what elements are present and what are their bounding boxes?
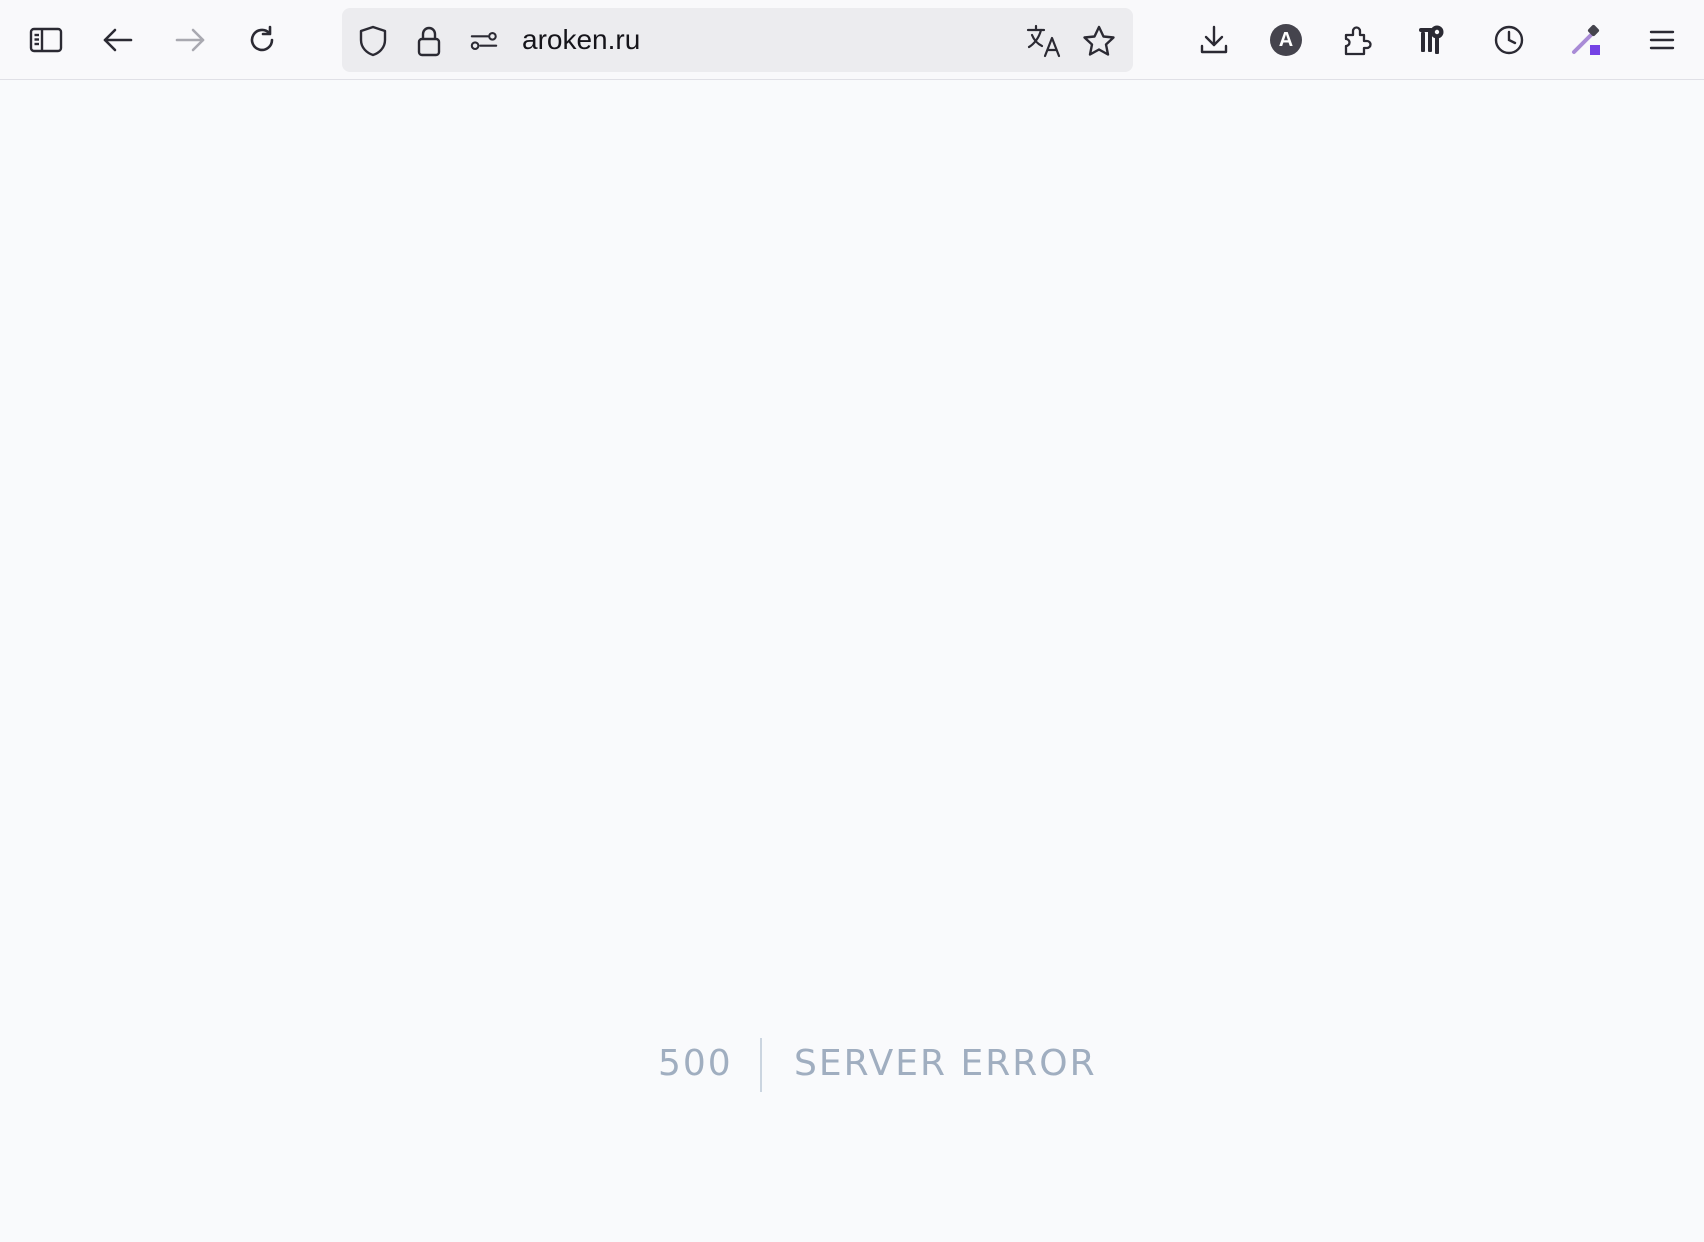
reload-icon — [246, 24, 278, 56]
permissions-icon[interactable] — [469, 26, 499, 56]
back-icon — [102, 26, 134, 54]
menu-button[interactable] — [1636, 12, 1688, 68]
back-button[interactable] — [92, 12, 144, 68]
sidebar-toggle-button[interactable] — [20, 12, 72, 68]
extensions-button[interactable] — [1332, 12, 1384, 68]
translate-icon[interactable] — [1026, 24, 1062, 58]
eyedropper-button[interactable] — [1560, 12, 1612, 68]
reload-button[interactable] — [236, 12, 288, 68]
extensions-icon — [1342, 23, 1374, 57]
browser-toolbar: aroken.ru A — [0, 0, 1704, 80]
history-icon — [1493, 24, 1525, 56]
forward-button[interactable] — [164, 12, 216, 68]
error-message: SERVER ERROR — [794, 1043, 1097, 1084]
error-code: 500 — [658, 1043, 733, 1084]
account-icon: A — [1270, 24, 1302, 56]
sidebar-icon — [29, 26, 63, 54]
history-button[interactable] — [1483, 12, 1535, 68]
account-button[interactable]: A — [1260, 12, 1312, 68]
lock-icon[interactable] — [414, 26, 444, 57]
download-icon — [1199, 24, 1229, 56]
eyedropper-icon — [1569, 23, 1603, 57]
keys-icon — [1416, 24, 1448, 56]
menu-icon — [1648, 28, 1676, 52]
address-bar[interactable]: aroken.ru — [342, 8, 1133, 72]
error-divider — [760, 1038, 762, 1092]
keys-button[interactable] — [1406, 12, 1458, 68]
forward-icon — [174, 26, 206, 54]
url-text[interactable]: aroken.ru — [522, 8, 640, 72]
account-letter: A — [1278, 29, 1294, 51]
bookmark-star-icon[interactable] — [1082, 25, 1116, 56]
downloads-button[interactable] — [1188, 12, 1240, 68]
shield-icon[interactable] — [358, 25, 388, 57]
